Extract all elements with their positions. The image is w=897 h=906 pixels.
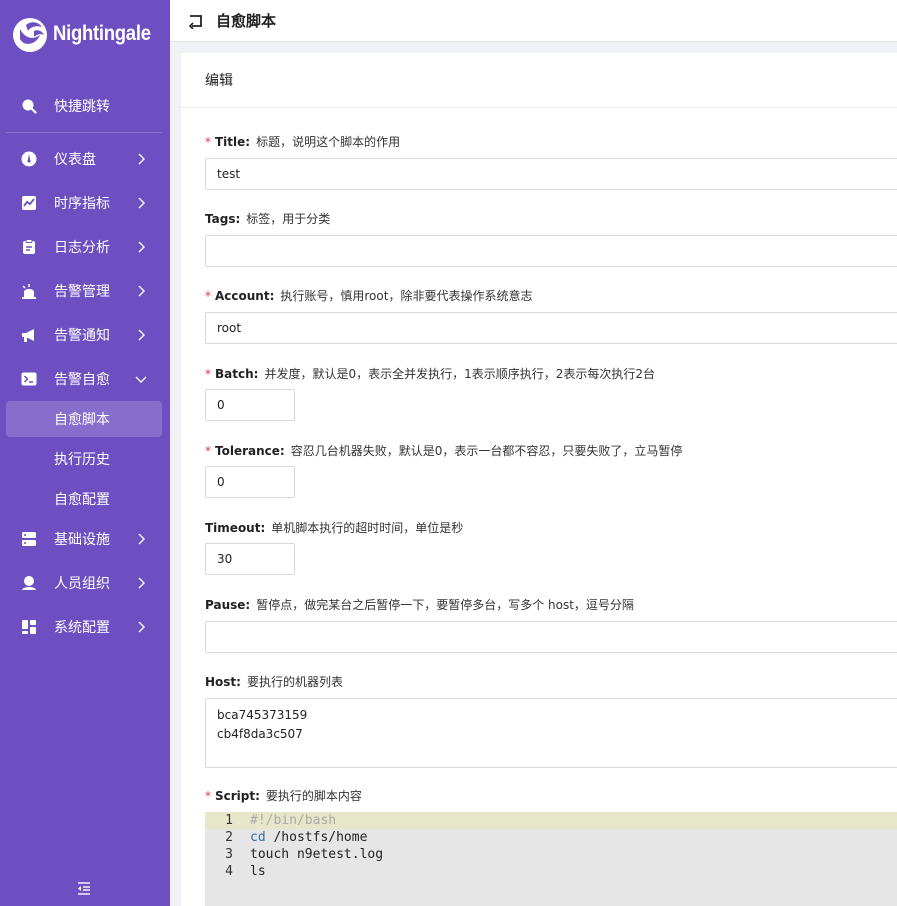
chevron-right-icon <box>138 285 145 297</box>
sidebar-item-dashboard[interactable]: 仪表盘 <box>6 141 162 177</box>
search-icon <box>20 97 38 115</box>
host-label: Host: 要执行的机器列表 <box>205 675 343 689</box>
card-title: 编辑 <box>181 53 897 108</box>
sidebar-item-label: 系统配置 <box>54 620 110 636</box>
server-icon <box>20 530 38 548</box>
chevron-right-icon <box>138 577 145 589</box>
chevron-right-icon <box>138 153 145 165</box>
timeout-label: Timeout: 单机脚本执行的超时时间，单位是秒 <box>205 521 464 535</box>
sidebar-subitem-self-heal-config[interactable]: 自愈配置 <box>6 481 162 517</box>
chevron-right-icon <box>138 329 145 341</box>
line-number: 1 <box>225 813 233 828</box>
sidebar: Nightingale 快捷跳转 仪表盘 时序指标 日志分析 告警管理 告警通知… <box>0 0 170 906</box>
chevron-down-icon <box>135 376 147 383</box>
code-text: touch n9etest.log <box>250 847 384 862</box>
user-icon <box>20 574 38 592</box>
code-text: #!/bin/bash <box>250 813 337 828</box>
tags-input[interactable] <box>205 235 897 267</box>
logo[interactable]: Nightingale <box>12 14 164 54</box>
line-number: 2 <box>225 830 233 845</box>
sidebar-item-label: 告警自愈 <box>54 372 110 388</box>
pause-label: Pause: 暂停点，做完某台之后暂停一下，要暂停多台，写多个 host，逗号分隔 <box>205 598 634 612</box>
tags-label: Tags: 标签，用于分类 <box>205 212 331 226</box>
menu-fold-icon[interactable] <box>76 880 92 896</box>
pause-input[interactable] <box>205 621 897 653</box>
sidebar-item-label: 告警通知 <box>54 328 110 344</box>
nightingale-bird-icon <box>13 18 47 52</box>
page-header: 自愈脚本 <box>170 0 897 42</box>
code-line: 4 ls <box>205 863 897 880</box>
alarm-bell-icon <box>20 282 38 300</box>
required-mark: * <box>205 444 211 458</box>
sidebar-item-users-teams[interactable]: 人员组织 <box>6 565 162 601</box>
code-args: /hostfs/home <box>265 830 368 845</box>
back-arrow-icon[interactable] <box>188 13 204 29</box>
code-text: cd /hostfs/home <box>250 829 367 846</box>
sidebar-item-label: 日志分析 <box>54 240 110 256</box>
sidebar-subitem-self-heal-scripts[interactable]: 自愈脚本 <box>6 401 162 437</box>
line-number: 4 <box>225 864 233 879</box>
dashboard-icon <box>20 150 38 168</box>
sidebar-item-alert-notify[interactable]: 告警通知 <box>6 317 162 353</box>
clipboard-icon <box>20 238 38 256</box>
logo-text: Nightingale <box>53 22 151 45</box>
sidebar-item-alert-self-heal[interactable]: 告警自愈 <box>6 361 162 397</box>
script-code-editor[interactable]: 1 #!/bin/bash 2 cd /hostfs/home 3 touch … <box>205 812 897 906</box>
title-label: * Title: 标题，说明这个脚本的作用 <box>205 135 401 149</box>
chevron-right-icon <box>138 241 145 253</box>
megaphone-icon <box>20 326 38 344</box>
sidebar-item-label: 人员组织 <box>54 576 110 592</box>
host-line: cb4f8da3c507 <box>217 727 303 741</box>
chevron-right-icon <box>138 197 145 209</box>
code-line: 2 cd /hostfs/home <box>205 829 897 846</box>
page-title: 自愈脚本 <box>216 12 277 30</box>
script-label: * Script: 要执行的脚本内容 <box>205 789 362 803</box>
account-input[interactable]: root <box>205 312 897 344</box>
sidebar-subitem-execution-history[interactable]: 执行历史 <box>6 441 162 477</box>
chevron-right-icon <box>138 621 145 633</box>
batch-label: * Batch: 并发度，默认是0，表示全并发执行，1表示顺序执行，2表示每次执行2… <box>205 367 655 381</box>
required-mark: * <box>205 789 211 803</box>
sidebar-item-label: 基础设施 <box>54 532 110 548</box>
code-line: 1 #!/bin/bash <box>205 812 897 829</box>
title-input[interactable]: test <box>205 158 897 190</box>
account-label: * Account: 执行账号，慎用root，除非要代表操作系统意志 <box>205 289 533 303</box>
sidebar-item-alert-management[interactable]: 告警管理 <box>6 273 162 309</box>
chevron-right-icon <box>138 533 145 545</box>
required-mark: * <box>205 135 211 149</box>
line-number: 3 <box>225 847 233 862</box>
host-textarea[interactable]: bca745373159 cb4f8da3c507 <box>205 698 897 768</box>
sidebar-divider <box>6 132 162 133</box>
code-keyword: cd <box>250 830 266 845</box>
sidebar-item-label: 告警管理 <box>54 284 110 300</box>
sidebar-item-label: 时序指标 <box>54 196 110 212</box>
grid-icon <box>20 618 38 636</box>
sidebar-item-log-analysis[interactable]: 日志分析 <box>6 229 162 265</box>
sidebar-item-infrastructure[interactable]: 基础设施 <box>6 521 162 557</box>
sidebar-item-label: 仪表盘 <box>54 152 96 168</box>
sidebar-item-metrics[interactable]: 时序指标 <box>6 185 162 221</box>
terminal-icon <box>20 370 38 388</box>
line-chart-icon <box>20 194 38 212</box>
sidebar-item-label: 快捷跳转 <box>54 99 110 115</box>
tolerance-label: * Tolerance: 容忍几台机器失败，默认是0，表示一台都不容忍，只要失败了，… <box>205 444 683 458</box>
sidebar-item-quick-jump[interactable]: 快捷跳转 <box>6 88 162 124</box>
code-text: ls <box>250 864 266 879</box>
required-mark: * <box>205 367 211 381</box>
code-line: 3 touch n9etest.log <box>205 846 897 863</box>
required-mark: * <box>205 289 211 303</box>
host-line: bca745373159 <box>217 708 308 722</box>
batch-input[interactable]: 0 <box>205 389 295 421</box>
sidebar-item-system-config[interactable]: 系统配置 <box>6 609 162 645</box>
timeout-input[interactable]: 30 <box>205 543 295 575</box>
tolerance-input[interactable]: 0 <box>205 466 295 498</box>
